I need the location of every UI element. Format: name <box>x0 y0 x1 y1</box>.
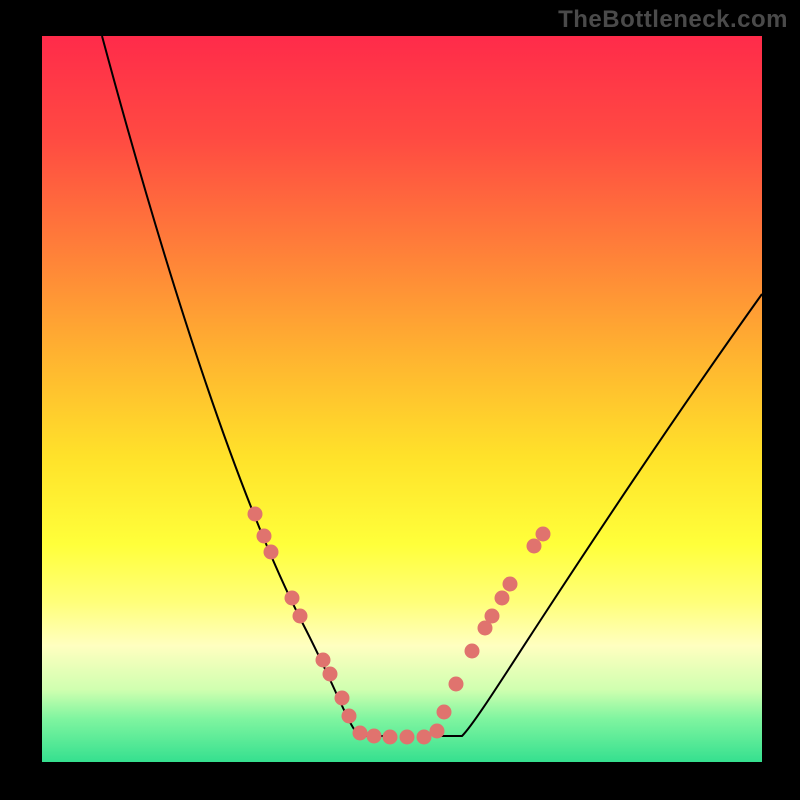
plot-area <box>42 36 762 762</box>
watermark-text: TheBottleneck.com <box>558 6 788 34</box>
chart-stage: TheBottleneck.com <box>0 0 800 800</box>
